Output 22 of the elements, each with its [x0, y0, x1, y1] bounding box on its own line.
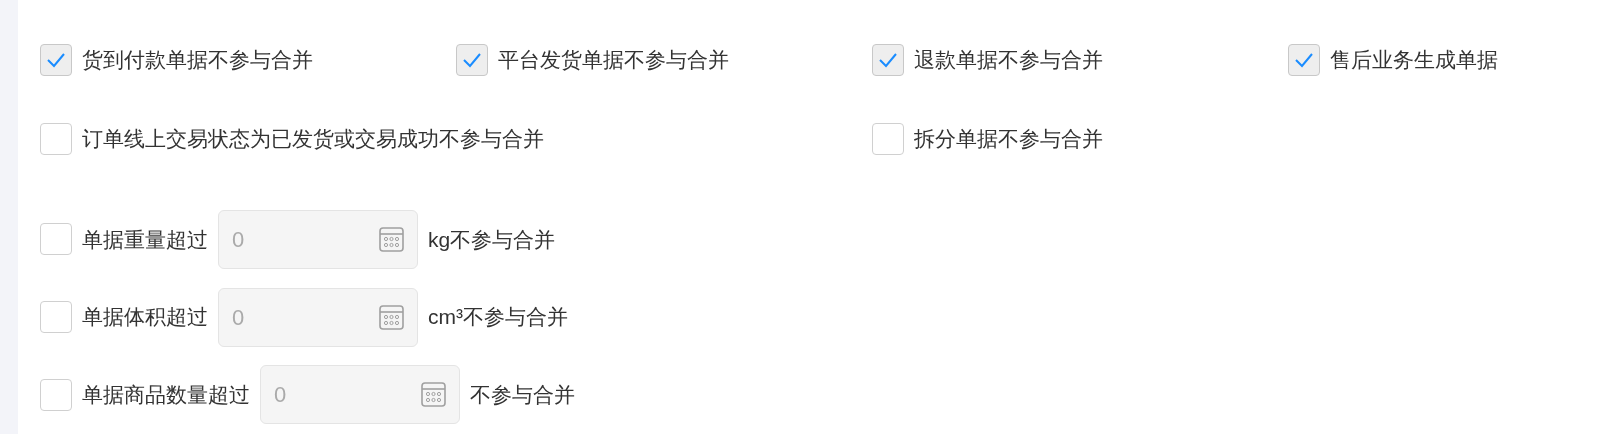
check-icon — [46, 52, 66, 68]
option-label: 货到付款单据不参与合并 — [82, 47, 313, 74]
check-icon — [878, 52, 898, 68]
unit-label: 不参与合并 — [470, 381, 575, 408]
checkbox[interactable] — [1288, 44, 1320, 76]
checkbox[interactable] — [40, 122, 72, 155]
checkbox[interactable] — [872, 122, 904, 155]
checkbox[interactable] — [456, 44, 488, 76]
option-label: 单据重量超过 — [82, 226, 208, 253]
option-label: 售后业务生成单据 — [1330, 47, 1498, 74]
checkbox[interactable] — [872, 44, 904, 76]
option-label: 平台发货单据不参与合并 — [498, 47, 729, 74]
check-icon — [462, 52, 482, 68]
option-label: 退款单据不参与合并 — [914, 47, 1103, 74]
checkbox[interactable] — [40, 44, 72, 76]
unit-label: kg不参与合并 — [428, 226, 556, 253]
option-label: 拆分单据不参与合并 — [914, 125, 1103, 152]
option-label: 单据体积超过 — [82, 304, 208, 331]
unit-label: cm³不参与合并 — [428, 304, 568, 331]
option-label: 单据商品数量超过 — [82, 381, 250, 408]
option-label: 订单线上交易状态为已发货或交易成功不参与合并 — [82, 125, 544, 152]
check-icon — [1294, 52, 1314, 68]
